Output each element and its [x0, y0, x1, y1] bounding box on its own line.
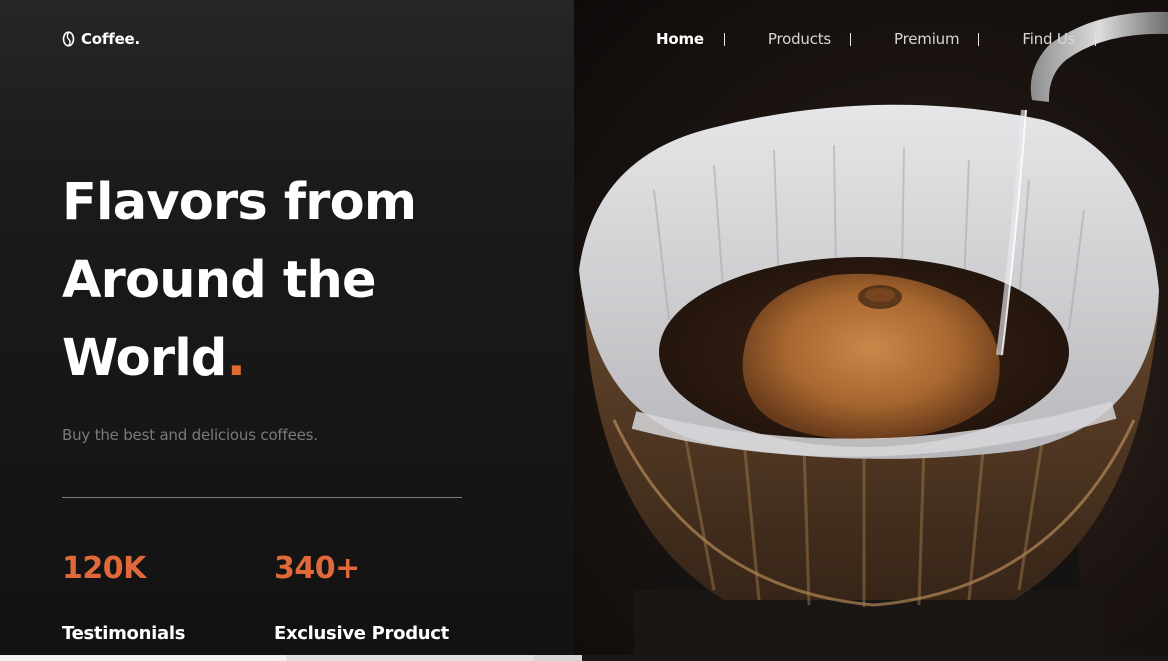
stat-exclusive-product: 340+ Exclusive Product — [274, 551, 449, 644]
hero-title-line-2: Around the — [62, 251, 377, 310]
pour-over-coffee-image — [579, 11, 1168, 661]
hero-accent-dot: . — [226, 329, 246, 388]
main-nav: Home Products Premium Find Us — [656, 29, 1097, 49]
nav-products[interactable]: Products — [768, 30, 831, 48]
brand-name: Coffee. — [81, 30, 141, 48]
nav-separator — [978, 32, 980, 46]
hero-title-line-3: World — [62, 329, 227, 388]
stat-value: 340+ — [274, 551, 360, 586]
brand-logo[interactable]: Coffee. — [62, 30, 140, 48]
hero-subtitle: Buy the best and delicious coffees. — [62, 426, 318, 444]
nav-separator — [1095, 32, 1097, 46]
coffee-bean-icon — [62, 31, 75, 47]
divider — [62, 497, 462, 498]
hero-title-line-1: Flavors from — [62, 173, 417, 232]
hero-title: Flavors from Around the World. — [62, 164, 482, 398]
stat-value: 120K — [62, 551, 146, 586]
nav-separator — [850, 32, 852, 46]
hero-image — [574, 0, 1168, 661]
stat-testimonials: 120K Testimonials — [62, 551, 185, 644]
nav-premium[interactable]: Premium — [894, 30, 960, 48]
stat-label: Testimonials — [62, 623, 186, 644]
nav-home[interactable]: Home — [656, 30, 704, 48]
stat-label: Exclusive Product — [274, 623, 449, 644]
bottom-strip — [0, 655, 1168, 661]
nav-separator — [723, 32, 725, 46]
nav-find-us[interactable]: Find Us — [1022, 30, 1075, 48]
